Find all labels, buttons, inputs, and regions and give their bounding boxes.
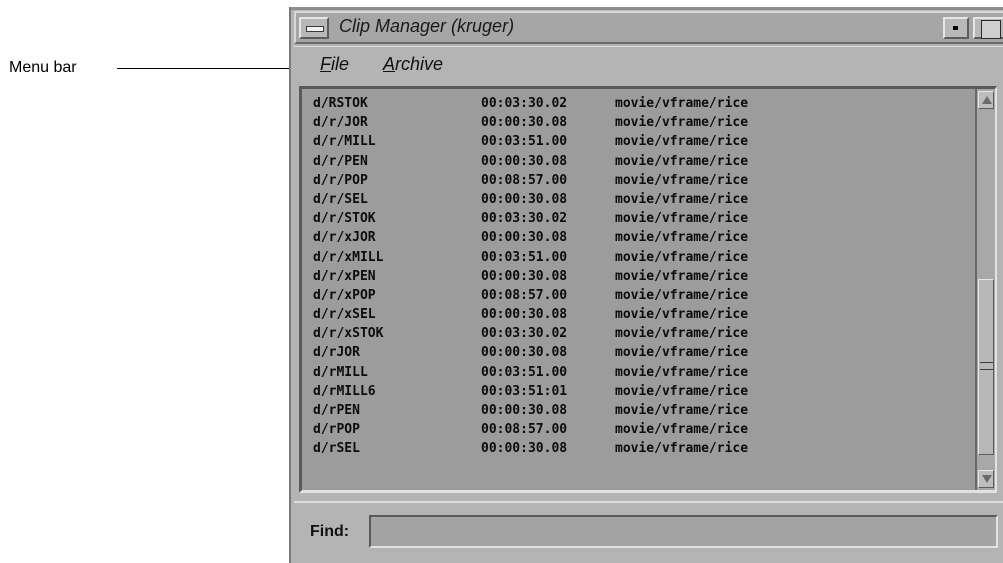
- clip-duration: 00:08:57.00: [481, 287, 568, 303]
- clip-path: movie/vframe/rice: [615, 115, 749, 131]
- window-title: Clip Manager (kruger): [339, 16, 515, 36]
- clip-path: movie/vframe/rice: [615, 422, 749, 438]
- clip-duration: 00:00:30.08: [481, 191, 568, 207]
- clip-path: movie/vframe/rice: [615, 345, 749, 361]
- clip-path: movie/vframe/rice: [615, 268, 749, 284]
- clip-duration: 00:03:30.02: [481, 326, 568, 342]
- menu-archive[interactable]: Archive: [383, 54, 443, 75]
- menu-bar: File Archive: [294, 46, 1003, 83]
- scroll-up-button[interactable]: [978, 91, 994, 109]
- clip-duration: 00:03:30.02: [481, 211, 568, 227]
- clip-name: d/r/xJOR: [313, 230, 376, 246]
- title-bar[interactable]: Clip Manager (kruger): [294, 11, 1003, 44]
- clip-name: d/r/PEN: [313, 153, 368, 169]
- clip-path: movie/vframe/rice: [615, 403, 749, 418]
- find-input[interactable]: [369, 515, 998, 548]
- page: Menu bar Clip Manager (kruger) File Arch…: [0, 0, 1003, 563]
- clip-path: movie/vframe/rice: [615, 153, 749, 169]
- clip-list[interactable]: d/RSTOK 00:03:30.02 movie/vframe/rice d/r/J…: [299, 86, 997, 493]
- scroll-thumb[interactable]: [978, 279, 994, 455]
- clip-path: movie/vframe/rice: [615, 134, 749, 150]
- clip-duration: 00:00:30.08: [481, 115, 568, 131]
- clip-duration: 00:03:30.02: [481, 96, 568, 111]
- clip-name: d/r/JOR: [313, 115, 368, 131]
- clip-path: movie/vframe/rice: [615, 172, 749, 188]
- clip-path: movie/vframe/rice: [615, 383, 749, 399]
- clip-path: movie/vframe/rice: [615, 326, 749, 342]
- menu-archive-label-rest: rchive: [395, 54, 444, 74]
- clip-path: movie/vframe/rice: [615, 230, 749, 246]
- clip-duration: 00:03:51.00: [481, 134, 568, 150]
- clip-name: d/rMILL6: [313, 383, 376, 399]
- clip-duration: 00:00:30.08: [481, 403, 568, 418]
- window-frame-top: [291, 7, 1003, 10]
- clip-path: movie/vframe/rice: [615, 211, 749, 227]
- menu-file-label-rest: ile: [331, 54, 350, 74]
- clip-name: d/r/xPOP: [313, 287, 376, 303]
- clip-name: d/r/xSEL: [313, 307, 376, 323]
- clip-name: d/rJOR: [313, 345, 360, 361]
- find-label: Find:: [310, 523, 350, 540]
- clip-duration: 00:08:57.00: [481, 172, 568, 188]
- arrow-up-icon: [982, 96, 992, 104]
- menu-archive-mnemonic: A: [383, 54, 396, 74]
- menu-file-mnemonic: F: [320, 54, 331, 74]
- clip-manager-window: Clip Manager (kruger) File Archive d/RST…: [289, 7, 1003, 563]
- clip-name: d/r/STOK: [313, 211, 376, 227]
- clip-duration: 00:03:51.00: [481, 364, 568, 380]
- clip-duration: 00:03:51.00: [481, 249, 568, 265]
- clip-duration: 00:00:30.08: [481, 268, 568, 284]
- callout-leader-line: [117, 68, 289, 69]
- clip-duration: 00:00:30.08: [481, 345, 568, 361]
- clip-name: d/r/MILL: [313, 134, 376, 150]
- clip-path: movie/vframe/rice: [615, 249, 749, 265]
- clip-name: d/rPOP: [313, 422, 360, 438]
- maximize-button[interactable]: [973, 17, 1003, 39]
- clip-name: d/rMILL: [313, 364, 368, 380]
- clip-duration: 00:03:51:01: [481, 383, 568, 399]
- maximize-icon: [981, 20, 1001, 39]
- clip-duration: 00:00:30.08: [481, 230, 568, 246]
- clip-name: d/r/SEL: [313, 191, 368, 207]
- clip-duration: 00:00:30.08: [481, 441, 568, 457]
- clip-name: d/RSTOK: [313, 96, 368, 111]
- clip-path: movie/vframe/rice: [615, 364, 749, 380]
- callout-label: Menu bar: [9, 59, 77, 76]
- vertical-scrollbar[interactable]: [975, 89, 995, 490]
- clip-duration: 00:00:30.08: [481, 153, 568, 169]
- clip-name: d/r/xPEN: [313, 268, 376, 284]
- clip-path: movie/vframe/rice: [615, 96, 749, 111]
- menu-file[interactable]: File: [320, 54, 349, 75]
- grip-icon: [980, 362, 993, 370]
- minimize-button[interactable]: [943, 17, 969, 39]
- window-menu-button[interactable]: [299, 17, 329, 39]
- clip-duration: 00:08:57.00: [481, 422, 568, 438]
- clip-name: d/rPEN: [313, 403, 360, 418]
- minimize-icon: [953, 26, 958, 30]
- clip-name: d/r/xSTOK: [313, 326, 384, 342]
- clip-path: movie/vframe/rice: [615, 441, 749, 457]
- clip-path: movie/vframe/rice: [615, 287, 749, 303]
- clip-duration: 00:00:30.08: [481, 307, 568, 323]
- clip-path: movie/vframe/rice: [615, 307, 749, 323]
- scroll-down-button[interactable]: [978, 470, 994, 488]
- clip-name: d/rSEL: [313, 441, 360, 457]
- find-bar: Find:: [294, 501, 1003, 563]
- clip-name: d/r/POP: [313, 172, 368, 188]
- clip-name: d/r/xMILL: [313, 249, 384, 265]
- window-menu-icon: [306, 26, 324, 32]
- arrow-down-icon: [982, 475, 992, 483]
- clip-path: movie/vframe/rice: [615, 191, 749, 207]
